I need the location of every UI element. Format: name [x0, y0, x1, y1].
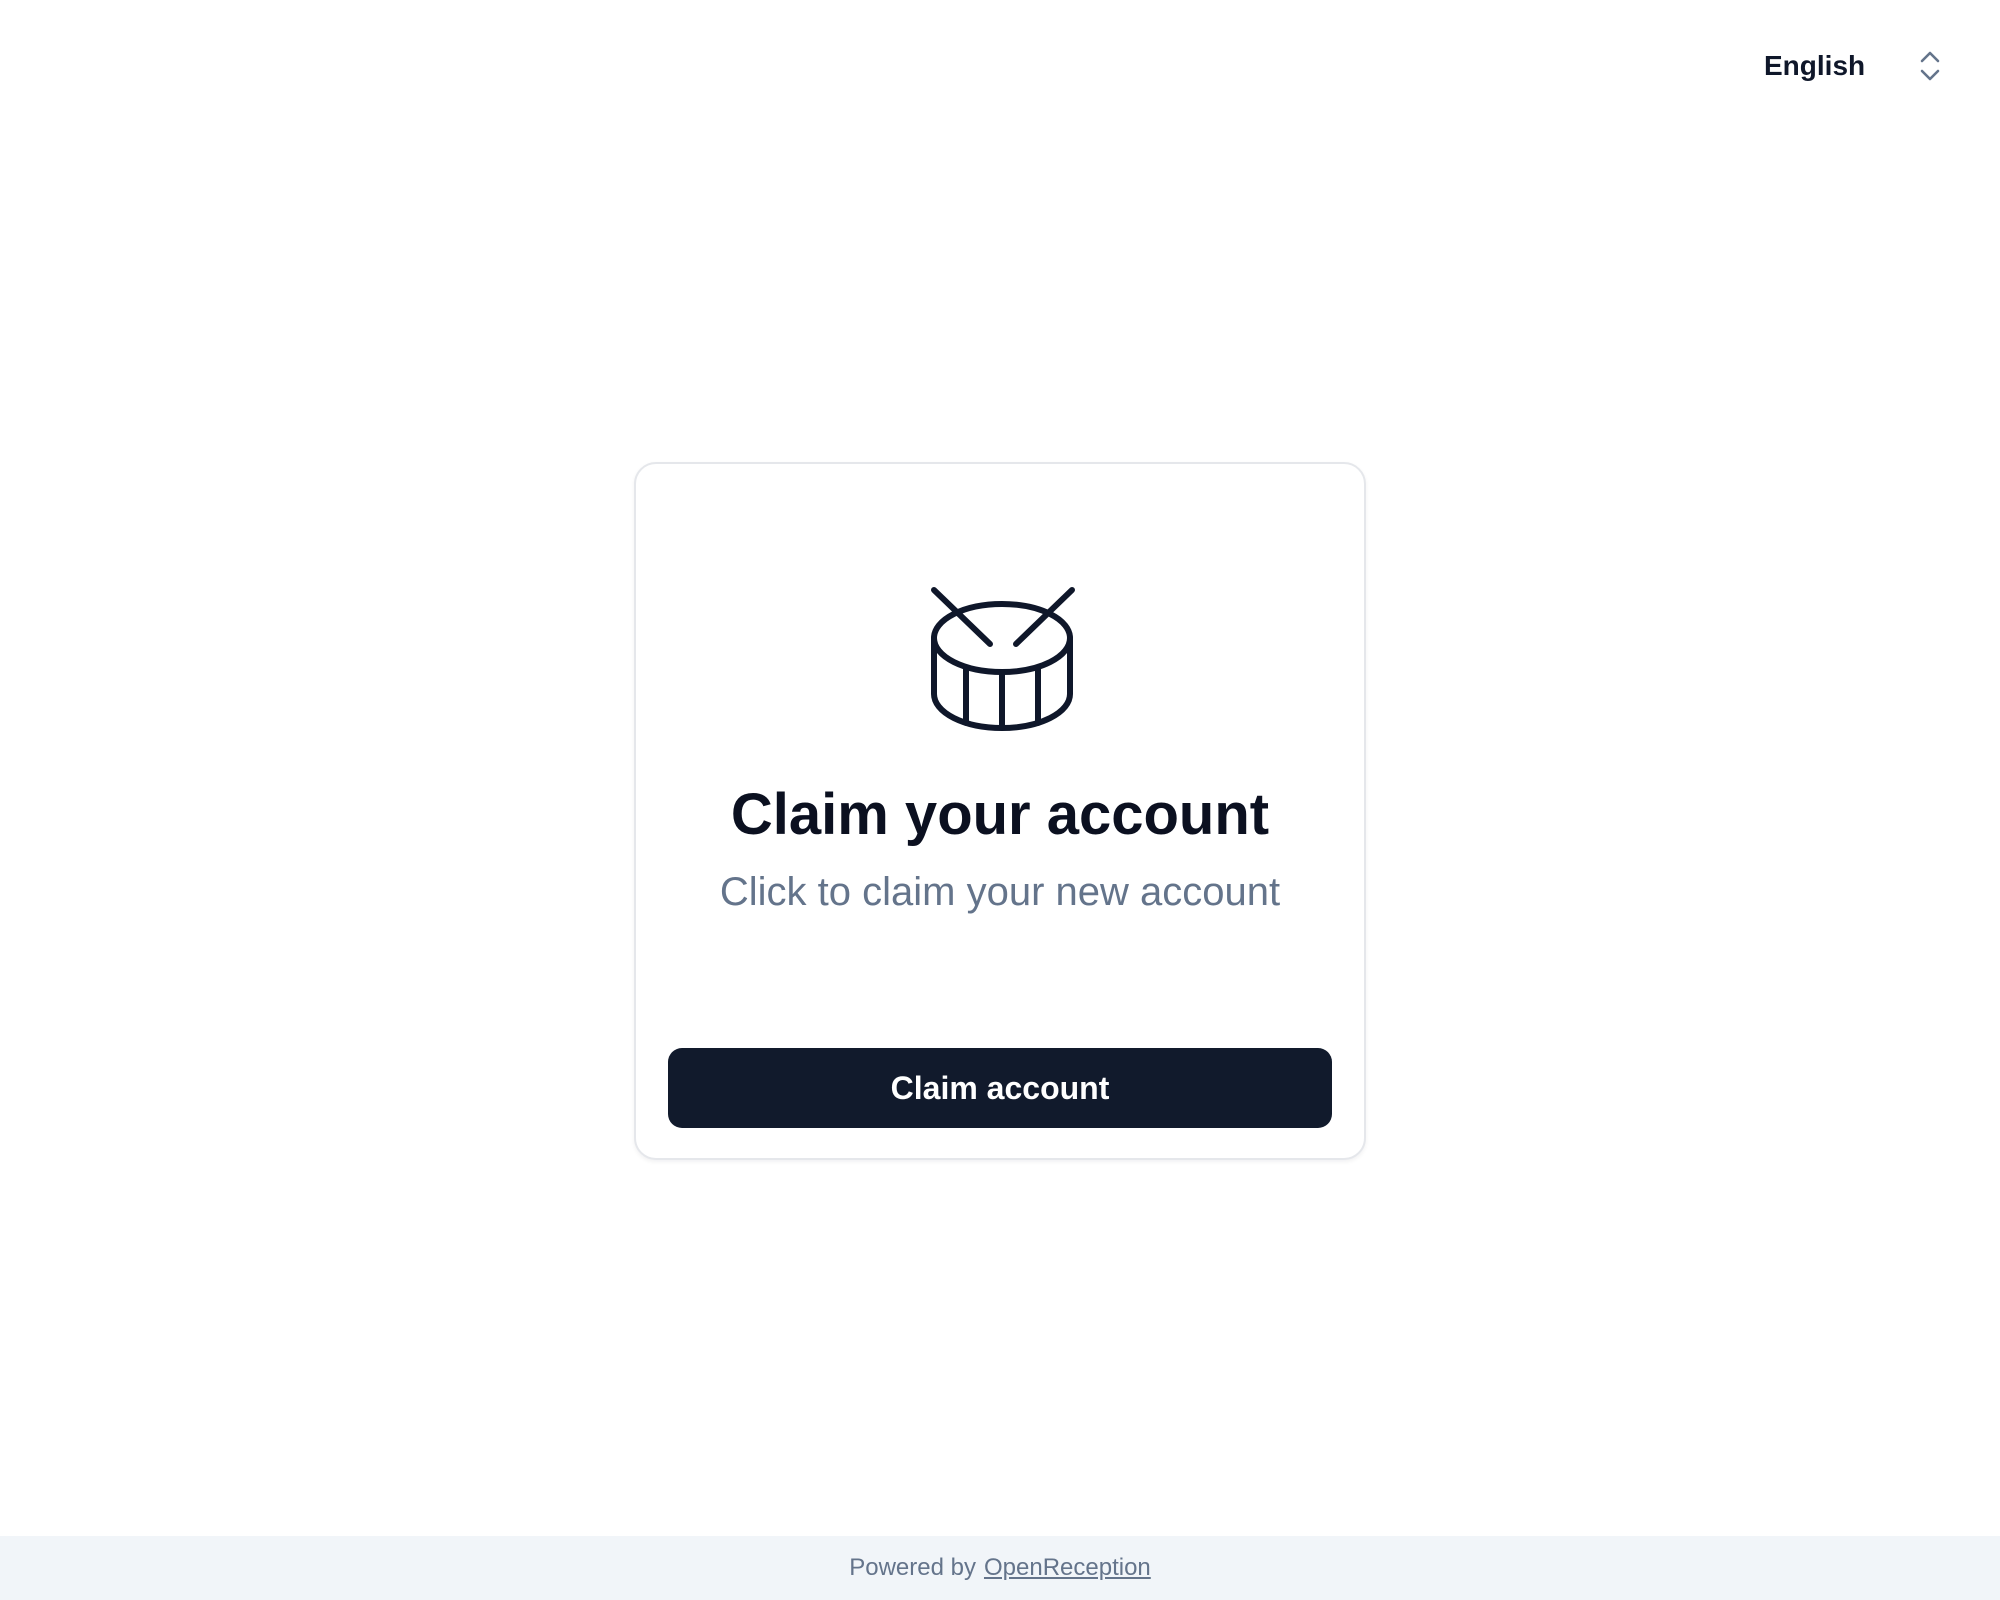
footer-powered-by: Powered by — [849, 1554, 976, 1581]
page-subtitle: Click to claim your new account — [719, 870, 1281, 914]
claim-account-card: Claim your account Click to claim your n… — [634, 462, 1366, 1160]
language-select[interactable]: English — [1764, 44, 1944, 88]
claim-account-button[interactable]: Claim account — [668, 1048, 1332, 1128]
drum-icon — [931, 587, 1075, 731]
chevron-up-down-icon — [1920, 51, 1940, 81]
openreception-link[interactable]: OpenReception — [984, 1554, 1151, 1582]
page-title: Claim your account — [730, 782, 1270, 847]
language-select-value: English — [1764, 50, 1866, 81]
footer: Powered by OpenReception — [0, 1536, 2000, 1600]
